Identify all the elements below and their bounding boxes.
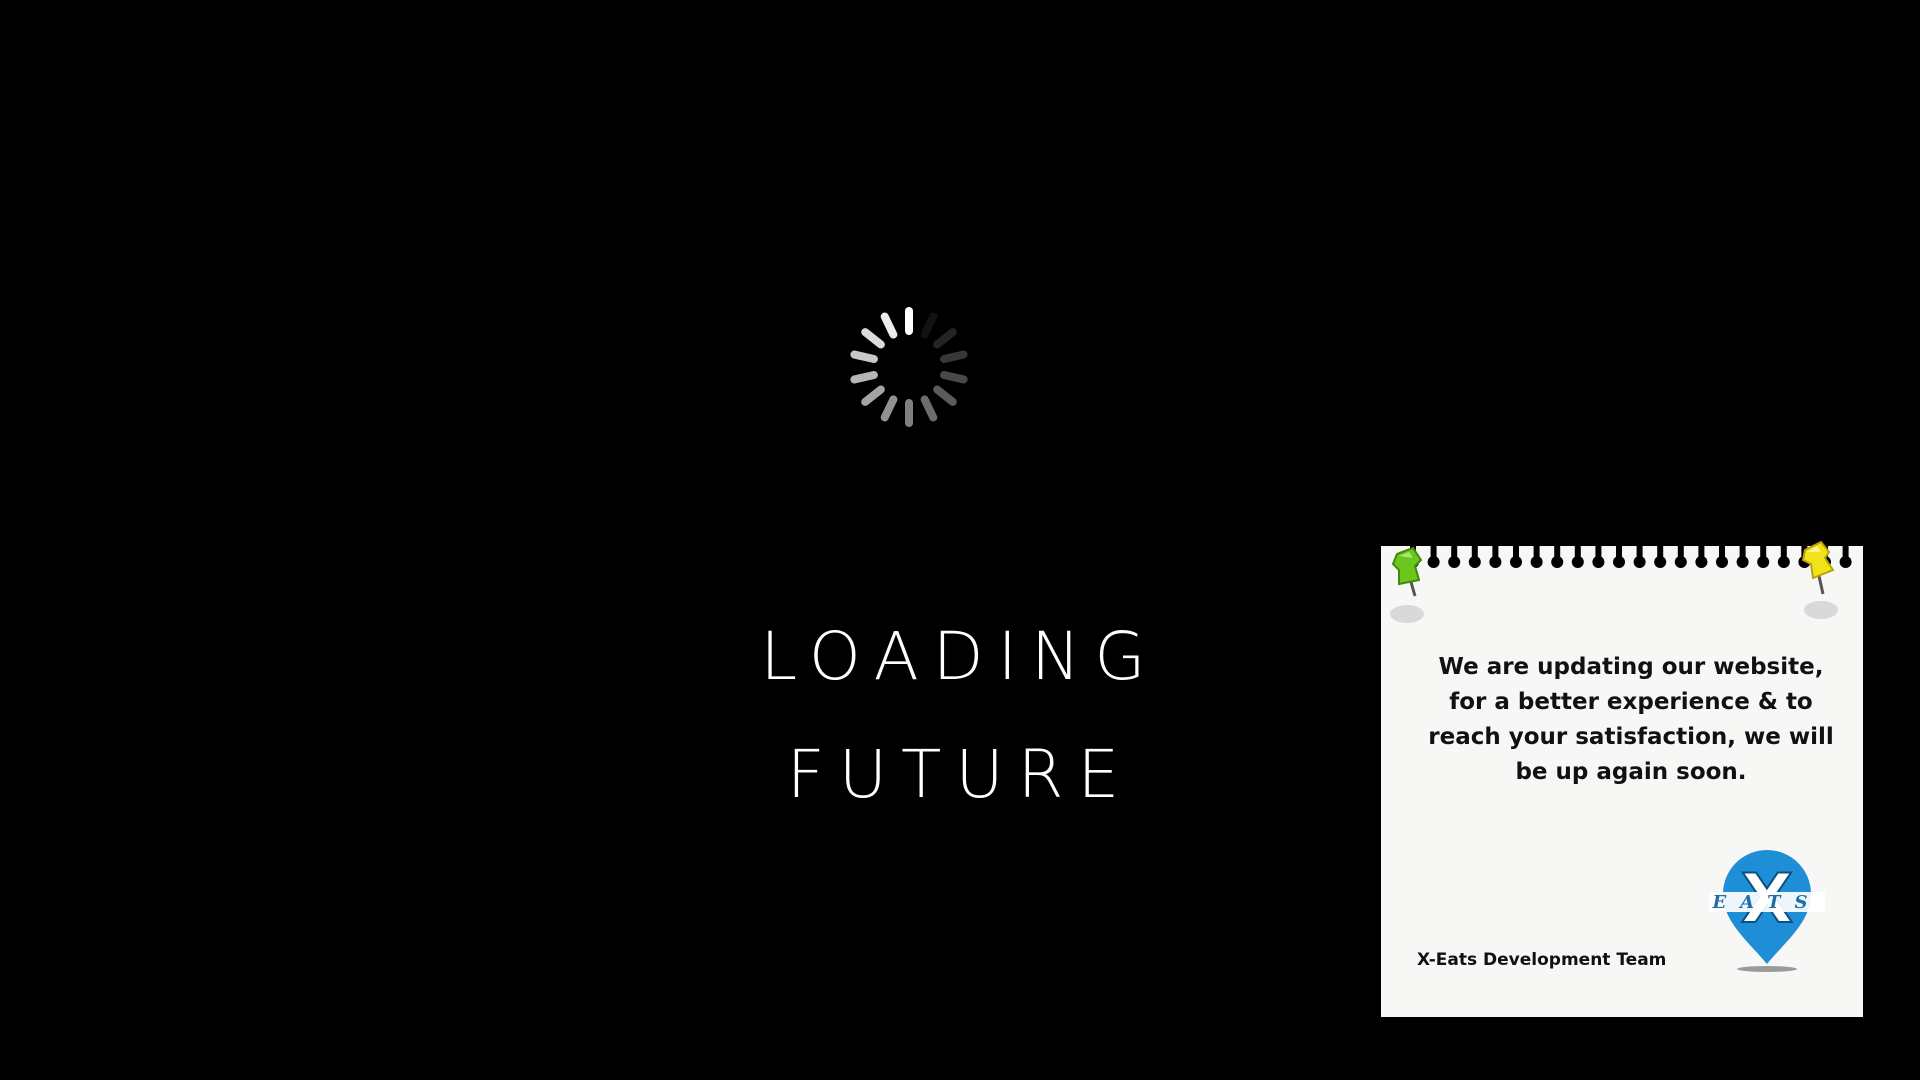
notice-message: We are updating our website, for a bette… <box>1428 654 1834 785</box>
binding-hole <box>1592 556 1605 568</box>
binding-hole <box>1489 556 1502 568</box>
binding-hole <box>1674 556 1687 568</box>
binding-hole <box>1716 556 1728 568</box>
spinner-tick <box>880 312 898 339</box>
notice-signature: X-Eats Development Team <box>1417 950 1667 970</box>
x-eats-logo: X EATS <box>1709 838 1829 974</box>
spinner-tick <box>850 371 878 384</box>
binding-hole <box>1633 556 1646 568</box>
binding-hole <box>1654 556 1667 568</box>
spinner-tick <box>850 350 878 363</box>
binding-hole <box>1510 556 1522 568</box>
spinner-tick <box>933 385 957 406</box>
green-pushpin-icon <box>1390 546 1424 623</box>
notice-card: We are updating our website, for a bette… <box>1381 540 1863 1017</box>
spinner-tick <box>880 395 898 422</box>
binding-hole <box>1468 556 1481 568</box>
maintenance-screen: LOADING FUTURE We are updating our websi… <box>0 0 1920 1080</box>
binding-hole <box>1448 556 1461 568</box>
spinner-tick <box>861 385 885 406</box>
headline-line-2: FUTURE <box>786 736 1134 813</box>
binding-hole <box>1777 556 1790 568</box>
spinner-tick <box>920 312 938 339</box>
logo-word: EATS <box>1711 892 1821 913</box>
binding-hole <box>1530 556 1543 568</box>
spinner-tick <box>940 371 968 384</box>
binding-hole <box>1736 556 1749 568</box>
spinner-tick <box>861 328 885 349</box>
location-pin-logo-icon: X EATS <box>1709 850 1825 972</box>
binding-hole <box>1571 556 1584 568</box>
yellow-pushpin-icon <box>1801 540 1838 619</box>
binding-hole <box>1551 556 1564 568</box>
binding-hole <box>1757 556 1770 568</box>
binding-hole <box>1695 556 1708 568</box>
spinner-graphic <box>850 307 968 427</box>
spinner-tick <box>940 350 968 363</box>
spinner-tick <box>933 328 957 349</box>
binding-hole <box>1613 556 1625 568</box>
spinner-tick <box>920 395 938 422</box>
spiral-binding <box>1407 540 1852 568</box>
loading-spinner-icon <box>849 307 969 427</box>
headline-line-1: LOADING <box>760 618 1160 695</box>
